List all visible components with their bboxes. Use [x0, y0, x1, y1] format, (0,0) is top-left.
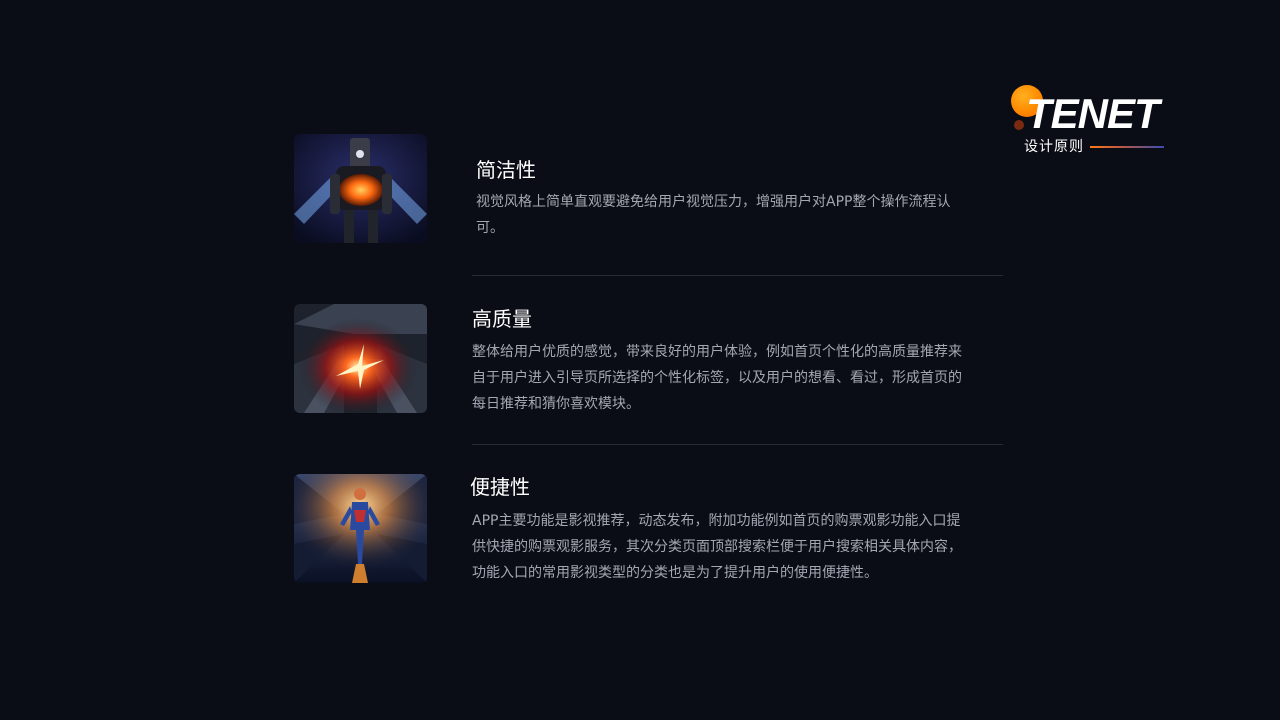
tenet-logo: TENET 设计原则: [1010, 84, 1170, 160]
divider: [472, 275, 1003, 276]
principle-description-high-quality: 整体给用户优质的感觉，带来良好的用户体验，例如首页个性化的高质量推荐来自于用户进…: [472, 344, 962, 412]
principle-title-high-quality: 高质量: [472, 307, 532, 331]
justice-league-poster-image: [294, 304, 427, 413]
captain-marvel-poster-image: [294, 474, 427, 583]
divider: [472, 444, 1003, 445]
principle-description-convenience: APP主要功能是影视推荐，动态发布，附加功能例如首页的购票观影功能入口提供快捷的…: [472, 513, 962, 581]
logo-subtitle: 设计原则: [1024, 139, 1084, 155]
principle-description-simplicity: 视觉风格上简单直观要避免给用户视觉压力，增强用户对APP整个操作流程认可。: [476, 194, 951, 236]
logo-gradient-line: [1090, 146, 1164, 148]
robot-poster-image: [294, 134, 427, 243]
logo-dark-dot: [1014, 120, 1024, 130]
design-principles-page: TENET 设计原则 简洁性 视觉风格上简单直观要避免给用户视觉压力，增强用户对…: [0, 0, 1280, 720]
principle-title-simplicity: 简洁性: [476, 158, 536, 182]
principle-title-convenience: 便捷性: [470, 475, 530, 499]
logo-text: TENET: [1026, 90, 1160, 137]
